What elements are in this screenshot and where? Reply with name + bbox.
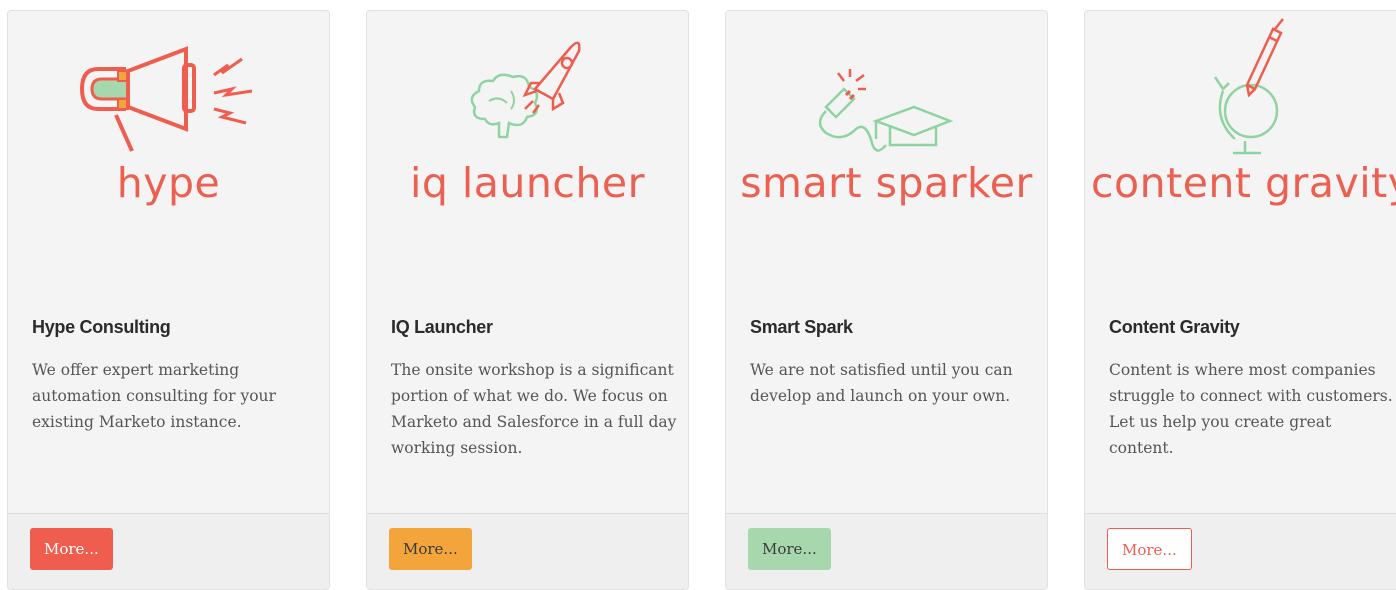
logo-wordmark: iq launcher [409,159,646,207]
more-button[interactable]: More... [1107,528,1192,570]
card-title: IQ Launcher [391,317,493,337]
service-card-hype: hype Hype Consulting We offer expert mar… [7,10,330,590]
card-title: Content Gravity [1109,317,1240,337]
card-title: Hype Consulting [32,317,171,337]
card-description: We offer expert marketing automation con… [32,361,276,431]
more-button[interactable]: More... [389,528,472,570]
more-button[interactable]: More... [30,528,113,570]
pen-globe-icon [1213,18,1284,155]
iq-launcher-logo: iq launcher [367,11,688,241]
logo-wordmark: hype [116,159,221,207]
card-footer: More... [1085,513,1396,589]
card-footer: More... [367,513,688,589]
service-card-smart-spark: smart sparker Smart Spark We are not sat… [725,10,1048,590]
logo-wordmark: content gravity [1091,159,1396,207]
service-card-content-gravity: content gravity Content Gravity Content … [1084,10,1396,590]
rocket-brain-icon [470,41,581,139]
card-description: Content is where most companies struggle… [1109,361,1393,457]
plug-graduation-cap-icon [818,69,954,152]
smart-sparker-logo: smart sparker [726,11,1047,241]
content-gravity-logo: content gravity [1085,11,1396,241]
card-description: The onsite workshop is a significant por… [391,361,677,457]
card-title: Smart Spark [750,317,853,337]
card-footer: More... [8,513,329,589]
megaphone-magnet-icon [79,46,253,152]
hype-logo: hype [8,11,329,241]
logo-wordmark: smart sparker [740,159,1033,207]
service-card-iq-launcher: iq launcher IQ Launcher The onsite works… [366,10,689,590]
card-footer: More... [726,513,1047,589]
more-button[interactable]: More... [748,528,831,570]
card-description: We are not satisfied until you can devel… [750,361,1013,405]
